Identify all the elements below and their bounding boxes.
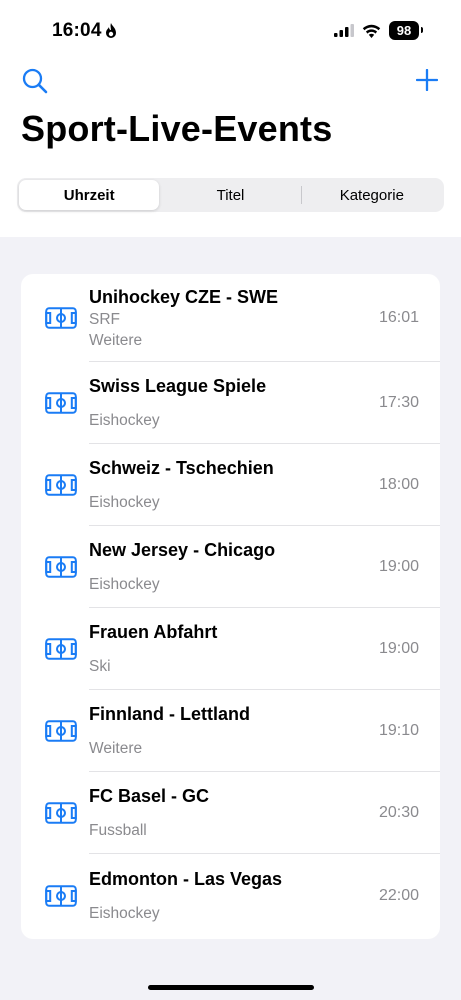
wifi-icon bbox=[362, 24, 381, 38]
event-row[interactable]: Frauen Abfahrt Ski 19:00 bbox=[21, 608, 440, 690]
event-category: Fussball bbox=[89, 822, 147, 839]
event-channel: SRF bbox=[89, 310, 120, 328]
event-title: Edmonton - Las Vegas bbox=[89, 868, 283, 889]
event-category: Eishockey bbox=[89, 412, 160, 429]
event-category: Eishockey bbox=[89, 494, 160, 511]
event-time: 20:30 bbox=[378, 804, 419, 821]
sports-field-icon bbox=[45, 474, 77, 496]
event-text: Schweiz - Tschechien Eishockey bbox=[89, 458, 380, 512]
event-category: Weitere bbox=[89, 740, 143, 757]
segment-uhrzeit[interactable]: Uhrzeit bbox=[19, 180, 160, 210]
event-row[interactable]: Schweiz - Tschechien Eishockey 18:00 bbox=[21, 444, 440, 526]
event-time: 22:00 bbox=[378, 886, 419, 904]
event-text: Finnland - Lettland Weitere bbox=[89, 704, 380, 758]
status-time: 16:04 bbox=[52, 20, 117, 42]
event-row[interactable]: FC Basel - GC Fussball 20:30 bbox=[21, 772, 440, 854]
event-title: New Jersey - Chicago bbox=[89, 540, 276, 560]
sort-segmented-control: Uhrzeit Titel Kategorie bbox=[17, 178, 444, 212]
event-row[interactable]: New Jersey - Chicago Eishockey 19:00 bbox=[21, 526, 440, 608]
sports-field-icon bbox=[45, 884, 77, 907]
event-title: Finnland - Lettland bbox=[89, 704, 250, 724]
battery-indicator: 98 bbox=[389, 21, 423, 40]
sports-field-icon bbox=[45, 720, 77, 742]
header-area: 16:04 98 Sport-Live-Events Uhrzeit Titel bbox=[0, 0, 461, 237]
status-indicators: 98 bbox=[334, 21, 423, 40]
event-title: FC Basel - GC bbox=[89, 786, 210, 806]
page-title: Sport-Live-Events bbox=[21, 108, 333, 149]
event-text: Unihockey CZE - SWE SRF Weitere bbox=[89, 287, 380, 350]
event-time: 18:00 bbox=[378, 476, 419, 493]
event-title: Frauen Abfahrt bbox=[89, 622, 218, 642]
search-icon[interactable] bbox=[22, 68, 48, 94]
event-title: Unihockey CZE - SWE bbox=[89, 286, 279, 307]
event-time: 19:10 bbox=[378, 722, 419, 739]
sports-field-icon bbox=[45, 638, 77, 660]
event-text: Frauen Abfahrt Ski bbox=[89, 622, 380, 676]
add-icon[interactable] bbox=[416, 69, 438, 91]
event-row[interactable]: Unihockey CZE - SWE SRF Weitere 16:01 bbox=[21, 274, 440, 362]
event-row[interactable]: Swiss League Spiele Eishockey 17:30 bbox=[21, 362, 440, 444]
event-text: New Jersey - Chicago Eishockey bbox=[89, 540, 380, 594]
event-title: Schweiz - Tschechien bbox=[89, 458, 274, 478]
event-text: Swiss League Spiele Eishockey bbox=[89, 376, 380, 430]
sports-field-icon bbox=[45, 556, 77, 578]
sports-field-icon bbox=[45, 392, 77, 414]
event-time: 17:30 bbox=[378, 394, 419, 411]
event-time: 19:00 bbox=[378, 640, 419, 657]
home-indicator bbox=[148, 985, 314, 990]
event-category: Weitere bbox=[89, 331, 143, 349]
event-category: Ski bbox=[89, 658, 111, 675]
event-time: 16:01 bbox=[378, 309, 419, 326]
segment-kategorie[interactable]: Kategorie bbox=[302, 180, 442, 210]
event-title: Swiss League Spiele bbox=[89, 376, 267, 396]
event-row[interactable]: Edmonton - Las Vegas Eishockey 22:00 bbox=[21, 854, 440, 937]
events-list: Unihockey CZE - SWE SRF Weitere 16:01 Swiss … bbox=[21, 274, 440, 939]
sports-field-icon bbox=[45, 307, 77, 329]
segment-titel[interactable]: Titel bbox=[160, 180, 300, 210]
event-row[interactable]: Finnland - Lettland Weitere 19:10 bbox=[21, 690, 440, 772]
event-category: Eishockey bbox=[89, 576, 160, 593]
sports-field-icon bbox=[45, 802, 77, 824]
event-text: Edmonton - Las Vegas Eishockey bbox=[89, 869, 380, 923]
cellular-signal-icon bbox=[334, 24, 354, 37]
flame-icon bbox=[105, 23, 116, 38]
event-category: Eishockey bbox=[89, 904, 160, 922]
event-time: 19:00 bbox=[378, 558, 419, 575]
event-text: FC Basel - GC Fussball bbox=[89, 786, 380, 840]
